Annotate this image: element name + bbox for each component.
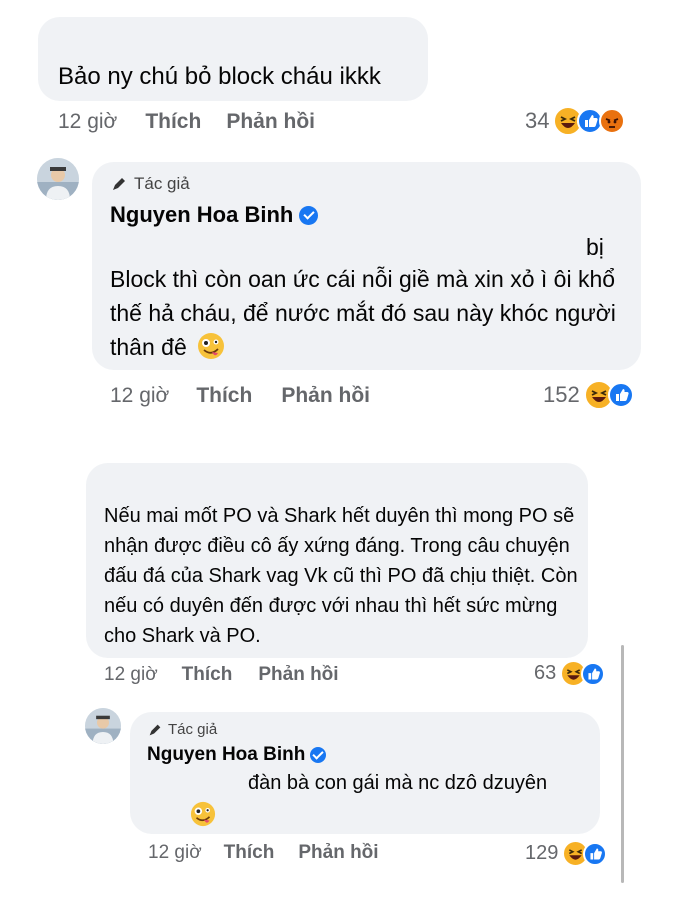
reaction-count: 152 — [543, 382, 580, 407]
comment-time[interactable]: 12 giờ — [104, 664, 158, 686]
comment-text: đàn bà con gái mà nc dzô dzuyên — [248, 772, 548, 794]
comment-bubble: Bảo ny chú bỏ block cháu ikkk — [38, 17, 428, 101]
pencil-icon — [149, 724, 161, 735]
comment-text: Nếu mai mốt PO và Shark hết duyên thì mo… — [104, 505, 578, 647]
verified-icon — [299, 205, 319, 225]
reaction-summary[interactable]: 63 — [534, 660, 606, 687]
reaction-count: 34 — [525, 108, 550, 133]
like-button[interactable]: Thích — [182, 664, 233, 686]
reply-button[interactable]: Phản hồi — [298, 842, 378, 864]
reply-button[interactable]: Phản hồi — [281, 384, 370, 408]
comment-time[interactable]: 12 giờ — [148, 842, 202, 864]
comment-text: Bảo ny chú bỏ block cháu ikkk — [58, 63, 381, 90]
comment-bubble: Tác giả Nguyen Hoa Binh bị Block thì còn… — [92, 162, 641, 370]
comment-actions: 12 giờ Thích Phản hồi — [104, 664, 339, 686]
zany-face-icon — [190, 801, 216, 827]
author-badge: Tác giả — [110, 174, 190, 194]
like-button[interactable]: Thích — [224, 842, 275, 864]
author-badge: Tác giả — [147, 721, 217, 738]
like-icon — [583, 841, 608, 866]
verified-icon — [310, 747, 327, 763]
reaction-count: 129 — [525, 842, 559, 864]
author-name[interactable]: Nguyen Hoa Binh — [147, 744, 327, 766]
reaction-summary[interactable]: 152 — [543, 380, 634, 410]
angry-icon — [599, 108, 626, 134]
comment-actions: 12 giờ Thích Phản hồi — [110, 384, 370, 408]
pencil-icon — [113, 178, 125, 190]
like-button[interactable]: Thích — [145, 110, 201, 134]
comment-bubble: Tác giả Nguyen Hoa Binh đàn bà con gái m… — [130, 712, 600, 834]
like-button[interactable]: Thích — [196, 384, 252, 408]
comment-text-fragment: bị — [586, 234, 604, 260]
comment-time[interactable]: 12 giờ — [110, 384, 169, 408]
comment-time[interactable]: 12 giờ — [58, 110, 117, 134]
reply-button[interactable]: Phản hồi — [258, 664, 338, 686]
scrollbar[interactable] — [621, 645, 624, 883]
author-tag-label: Tác giả — [168, 721, 218, 738]
author-name-text[interactable]: Nguyen Hoa Binh — [110, 202, 293, 228]
like-icon — [581, 661, 606, 686]
comment-text: Block thì còn oan ức cái nỗi giề mà xin … — [110, 266, 616, 360]
like-icon — [607, 382, 634, 408]
author-name-text[interactable]: Nguyen Hoa Binh — [147, 744, 305, 766]
author-tag-label: Tác giả — [134, 174, 190, 193]
comment-actions: 12 giờ Thích Phản hồi — [58, 110, 315, 134]
zany-face-icon — [198, 333, 225, 359]
reaction-summary[interactable]: 129 — [525, 840, 608, 867]
reaction-summary[interactable]: 34 — [525, 106, 626, 136]
comment-actions: 12 giờ Thích Phản hồi — [148, 842, 379, 864]
comment-bubble: Nếu mai mốt PO và Shark hết duyên thì mo… — [86, 463, 588, 658]
reaction-count: 63 — [534, 662, 557, 684]
author-name[interactable]: Nguyen Hoa Binh — [110, 202, 319, 228]
avatar[interactable] — [85, 708, 121, 744]
avatar[interactable] — [37, 158, 79, 200]
reply-button[interactable]: Phản hồi — [226, 110, 315, 134]
